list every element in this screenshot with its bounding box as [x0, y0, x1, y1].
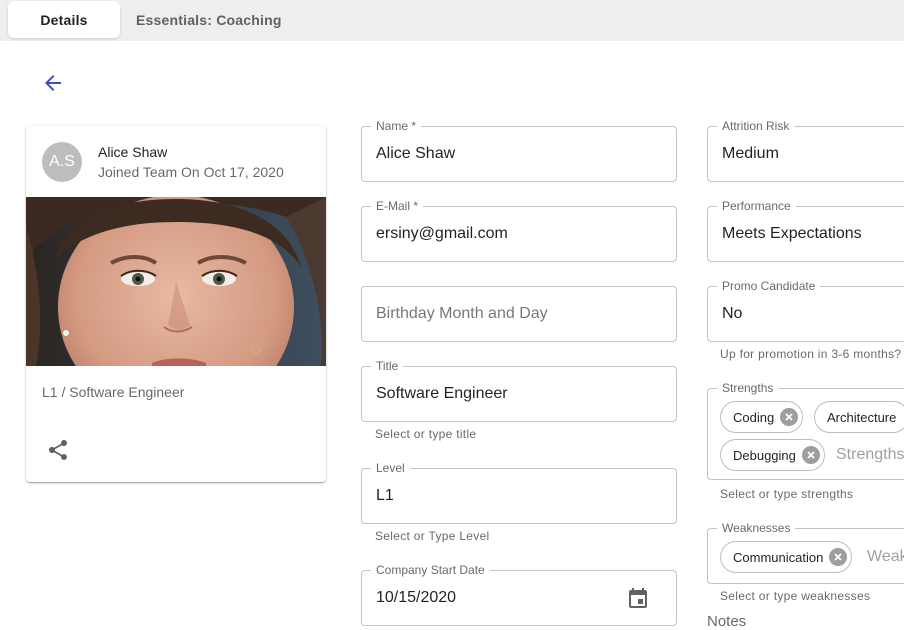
- tab-details[interactable]: Details: [8, 1, 120, 38]
- performance-value: Meets Expectations: [722, 225, 862, 242]
- promo-candidate-field[interactable]: Promo Candidate No: [707, 279, 904, 342]
- close-icon: [785, 413, 793, 421]
- profile-role: L1 / Software Engineer: [42, 384, 185, 400]
- birthday-field-placeholder: Birthday Month and Day: [376, 305, 548, 322]
- level-field-value: L1: [376, 487, 394, 504]
- promo-candidate-label: Promo Candidate: [717, 279, 821, 293]
- chip-label: Debugging: [733, 447, 796, 463]
- title-field[interactable]: Title Software Engineer: [361, 359, 677, 422]
- weaknesses-helper-text: Select or type weaknesses: [720, 589, 871, 603]
- close-icon: [834, 553, 842, 561]
- level-field-label: Level: [371, 461, 410, 475]
- weaknesses-input-placeholder[interactable]: Weak: [867, 548, 904, 566]
- attrition-risk-label: Attrition Risk: [717, 119, 795, 133]
- tab-essentials-coaching[interactable]: Essentials: Coaching: [136, 1, 282, 38]
- performance-label: Performance: [717, 199, 796, 213]
- company-start-date-field[interactable]: Company Start Date 10/15/2020: [361, 563, 677, 626]
- email-field-label: E-Mail *: [371, 199, 424, 213]
- profile-joined-date: Joined Team On Oct 17, 2020: [98, 164, 284, 180]
- strengths-helper-text: Select or type strengths: [720, 487, 854, 501]
- level-field[interactable]: Level L1: [361, 461, 677, 524]
- title-field-value: Software Engineer: [376, 385, 508, 402]
- date-picker-button[interactable]: [626, 587, 650, 611]
- weaknesses-label: Weaknesses: [717, 521, 796, 535]
- strength-chip-coding[interactable]: Coding: [720, 401, 804, 433]
- chip-remove-button[interactable]: [801, 446, 820, 464]
- strength-chip-debugging[interactable]: Debugging: [720, 439, 825, 471]
- arrow-back-icon: [45, 75, 61, 91]
- profile-photo: [26, 197, 326, 366]
- chip-label: Architecture: [827, 409, 897, 425]
- name-field-label: Name *: [371, 119, 422, 133]
- notes-label: Notes: [707, 613, 747, 630]
- strengths-label: Strengths: [717, 381, 779, 395]
- company-start-date-label: Company Start Date: [371, 563, 490, 577]
- birthday-field[interactable]: Birthday Month and Day: [361, 286, 677, 342]
- profile-name: Alice Shaw: [98, 144, 168, 160]
- level-helper-text: Select or Type Level: [375, 529, 490, 543]
- avatar: A.S: [42, 142, 82, 182]
- promo-candidate-value: No: [722, 305, 743, 322]
- chip-label: Coding: [733, 409, 775, 425]
- tab-bar: Details Essentials: Coaching: [0, 0, 904, 41]
- performance-field[interactable]: Performance Meets Expectations: [707, 199, 904, 262]
- email-field-value: ersiny@gmail.com: [376, 225, 508, 242]
- title-field-label: Title: [371, 359, 404, 373]
- attrition-risk-value: Medium: [722, 145, 779, 162]
- calendar-icon: [629, 588, 647, 608]
- weakness-chip-communication[interactable]: Communication: [720, 541, 853, 573]
- share-icon: [49, 440, 67, 460]
- strengths-input-placeholder[interactable]: Strengths: [836, 446, 904, 464]
- promo-helper-text: Up for promotion in 3-6 months?: [720, 347, 902, 361]
- chip-remove-button[interactable]: [780, 408, 799, 426]
- email-field[interactable]: E-Mail * ersiny@gmail.com: [361, 199, 677, 262]
- strengths-field[interactable]: Strengths Coding Architecture Debugging …: [707, 381, 904, 480]
- company-start-date-value: 10/15/2020: [376, 589, 457, 606]
- chip-remove-button[interactable]: [829, 548, 848, 566]
- name-field[interactable]: Name * Alice Shaw: [361, 119, 677, 182]
- name-field-value: Alice Shaw: [376, 145, 456, 162]
- back-button[interactable]: [38, 68, 68, 98]
- weaknesses-field[interactable]: Weaknesses Communication Weak: [707, 521, 904, 584]
- attrition-risk-field[interactable]: Attrition Risk Medium: [707, 119, 904, 182]
- close-icon: [807, 451, 815, 459]
- chip-label: Communication: [733, 549, 824, 565]
- share-button[interactable]: [46, 438, 70, 462]
- title-helper-text: Select or type title: [375, 427, 477, 441]
- strength-chip-architecture[interactable]: Architecture: [814, 401, 904, 433]
- profile-card: A.S Alice Shaw Joined Team On Oct 17, 20…: [26, 126, 326, 482]
